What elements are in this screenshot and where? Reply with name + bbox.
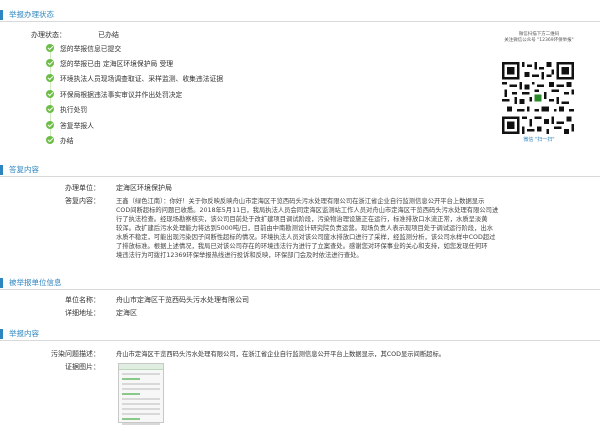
- step-3: 环境执法人员现场调查取证、采样监测、收集违法证据: [46, 73, 223, 83]
- reply-line: 境违法行为可拨打12369环保举报热线进行投诉和反映，环保部门会及时依法进行查处…: [116, 252, 363, 259]
- section-accent-bar: [0, 329, 3, 339]
- step-7: 办结: [46, 135, 74, 145]
- qr-footer: 微信 "扫一扫": [523, 137, 555, 143]
- check-icon: [46, 90, 54, 98]
- reply-line: 了排放标准。根据上述情况，我局已对该公司存在的环境违法行为进行了立案查处。感谢您…: [116, 243, 488, 250]
- check-icon: [46, 121, 54, 129]
- step-2-text: 您的举报已由 定海区环境保护局 受理: [60, 60, 174, 68]
- report-section-header: 举报内容: [0, 327, 600, 341]
- check-icon: [46, 59, 54, 67]
- section-accent-bar: [0, 165, 3, 175]
- step-6: 答复举报人: [46, 120, 94, 130]
- check-icon: [46, 105, 54, 113]
- progress-section-title: 举报办理状态: [9, 10, 54, 19]
- reply-unit-label: 办理单位：: [65, 184, 100, 192]
- report-desc-value: 舟山市定海区干览西码头污水处理有限公司，在浙江省企业自行监测信息公开平台上数据显…: [116, 351, 446, 358]
- reported-name-value: 舟山市定海区干览西码头污水处理有限公司: [116, 296, 249, 304]
- check-icon: [46, 44, 54, 52]
- step-7-text: 办结: [60, 137, 74, 145]
- evidence-image-thumbnail[interactable]: [118, 363, 164, 425]
- step-1-text: 您的举报信息已提交: [60, 45, 122, 53]
- section-accent-bar: [0, 10, 3, 20]
- step-4: 环保局根据违法事实审议并作出处罚决定: [46, 89, 182, 99]
- step-5: 执行处罚: [46, 104, 87, 114]
- reply-content-text: 王鑫（绿色江南）：你好！关于你反映反映舟山市定海区干览西码头污水处理有限公司在浙…: [116, 197, 563, 260]
- progress-section: 举报办理状态: [0, 8, 600, 22]
- check-icon: [46, 136, 54, 144]
- report-desc-label: 污染问题描述：: [51, 350, 100, 358]
- step-6-text: 答复举报人: [60, 122, 94, 130]
- reply-section-header: 答复内容: [0, 163, 600, 177]
- reply-unit-row: 办理单位： 定海区环境保护局: [0, 184, 300, 193]
- section-accent-bar: [0, 278, 3, 288]
- reply-line: 较浑。改扩建后污水处理能力将达到5000吨/日，目前由中南勘测设计研究院负责运营…: [116, 225, 494, 232]
- reported-address-label: 详细地址：: [65, 309, 100, 317]
- step-2: 您的举报已由 定海区环境保护局 受理: [46, 58, 173, 68]
- status-value: 已办结: [98, 31, 119, 39]
- report-section-title: 举报内容: [9, 329, 39, 338]
- report-images-row: 证据图片：: [0, 363, 200, 372]
- reported-section: 被举报单位信息: [0, 276, 600, 290]
- reply-line: COD间断超标的问题已收悉。2018年5月11日，我局执法人员会同定海区监测站工…: [116, 207, 499, 214]
- step-1: 您的举报信息已提交: [46, 43, 121, 53]
- reply-line: 王鑫（绿色江南）：你好！关于你反映反映舟山市定海区干览西码头污水处理有限公司在浙…: [116, 198, 485, 205]
- qr-caption-line2: 关注微信公众号 "12369环保举报": [504, 38, 574, 43]
- status-label: 办理状态：: [31, 31, 66, 39]
- status-row: 办理状态： 已办结: [0, 31, 200, 40]
- check-icon: [46, 74, 54, 82]
- reported-name-label: 单位名称：: [65, 296, 100, 304]
- step-3-text: 环境执法人员现场调查取证、采样监测、收集违法证据: [60, 75, 224, 83]
- report-section: 举报内容: [0, 327, 600, 341]
- reply-line: 行了执法检查。经现场勘察核实，该公司目前处于改扩建项目调试阶段，污染物治理设施正…: [116, 216, 488, 223]
- report-desc-row: 污染问题描述： 舟山市定海区干览西码头污水处理有限公司，在浙江省企业自行监测信息…: [0, 350, 600, 359]
- step-4-text: 环保局根据违法事实审议并作出处罚决定: [60, 91, 183, 99]
- reported-address-value: 定海区: [116, 309, 137, 317]
- reply-unit-value: 定海区环境保护局: [116, 184, 172, 192]
- reported-section-header: 被举报单位信息: [0, 276, 600, 290]
- reported-address-row: 详细地址： 定海区: [0, 309, 300, 318]
- progress-section-header: 举报办理状态: [0, 8, 600, 22]
- reply-content-label: 答复内容：: [65, 197, 100, 205]
- reported-name-row: 单位名称： 舟山市定海区干览西码头污水处理有限公司: [0, 296, 400, 305]
- reply-section: 答复内容: [0, 163, 600, 177]
- qr-code-icon: [502, 62, 574, 134]
- reported-section-title: 被举报单位信息: [9, 278, 62, 287]
- report-images-label: 证据图片：: [65, 363, 100, 371]
- reply-section-title: 答复内容: [9, 165, 39, 174]
- step-5-text: 执行处罚: [60, 106, 88, 114]
- qr-panel: 微信扫描下方二维码 关注微信公众号 "12369环保举报" 微信 "扫一扫": [500, 32, 578, 148]
- reply-line: 水质不稳定，可能出现污染因子间断性超标的情况。环境执法人员对该公司废水排放口进行…: [116, 234, 496, 241]
